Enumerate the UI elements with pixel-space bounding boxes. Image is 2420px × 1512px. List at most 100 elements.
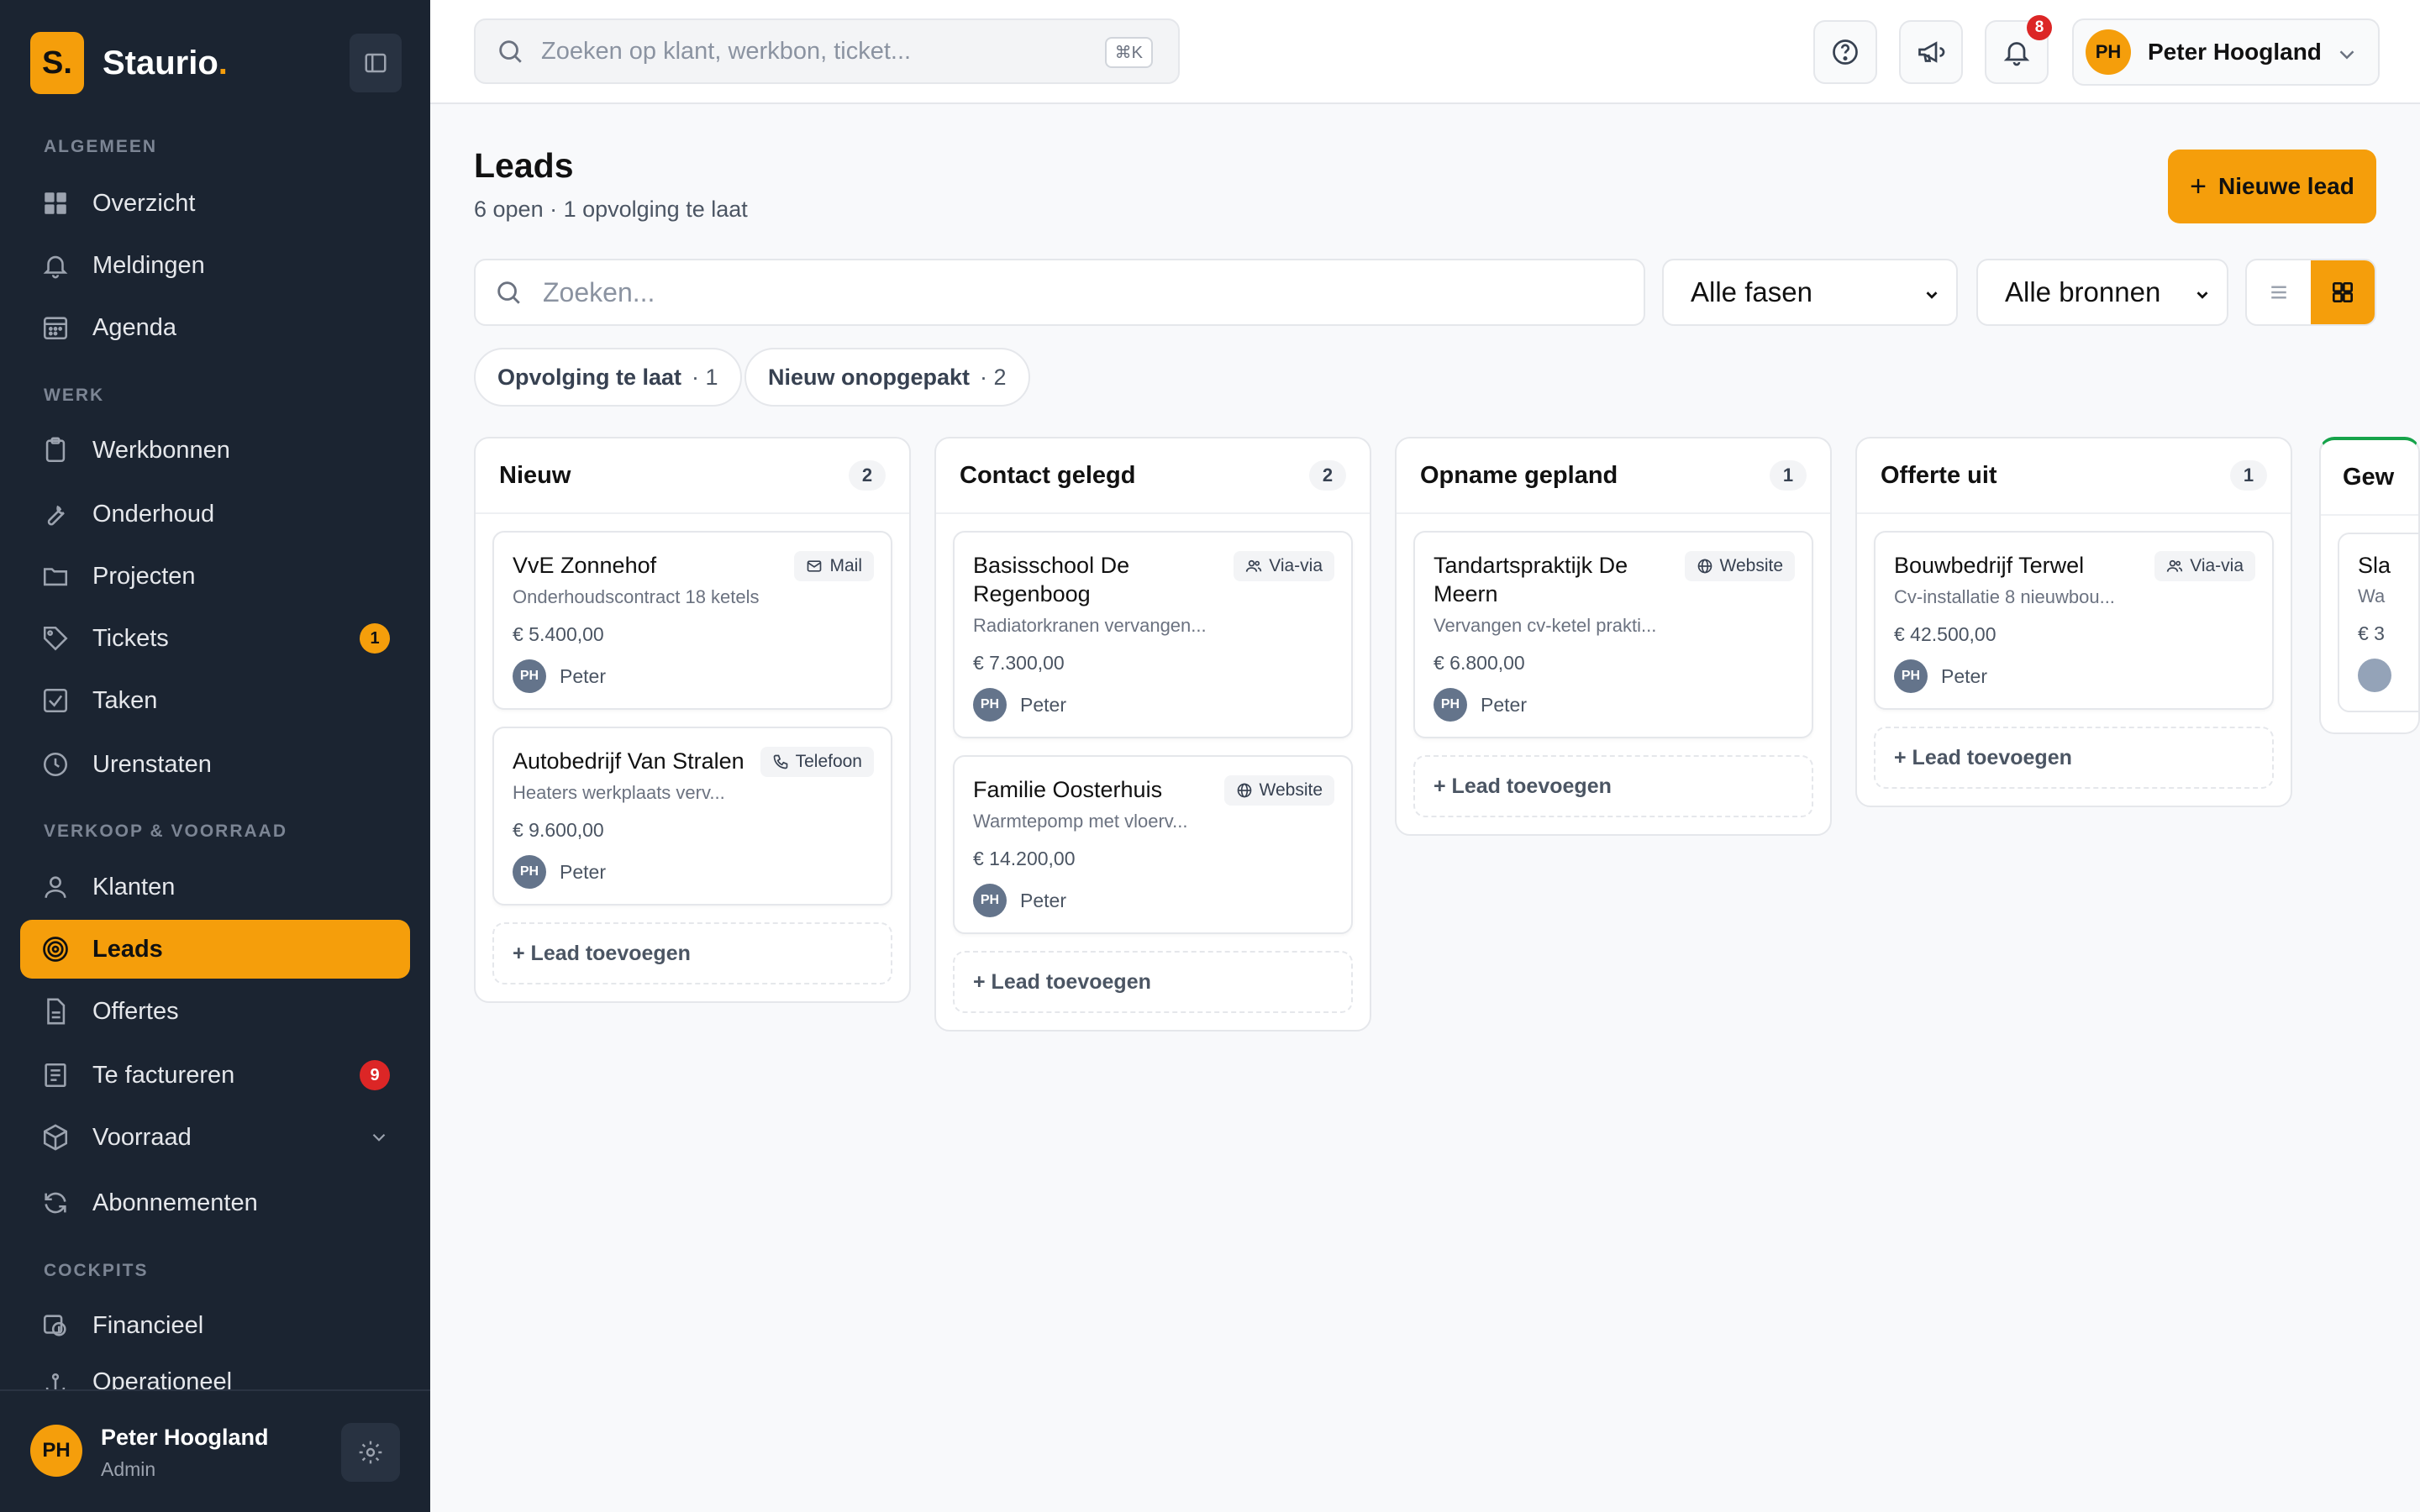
source-tag: Via-via bbox=[1234, 551, 1334, 581]
sidebar-item-meldingen[interactable]: Meldingen bbox=[20, 236, 410, 295]
nav-section-cockpits: COCKPITS bbox=[44, 1261, 149, 1280]
nav-section-algemeen: ALGEMEEN bbox=[44, 137, 158, 156]
lead-owner: PH Peter bbox=[513, 659, 872, 693]
money-icon bbox=[39, 1309, 72, 1342]
sidebar-item-agenda[interactable]: Agenda bbox=[20, 298, 410, 357]
chip-nieuw-onopgepakt[interactable]: Nieuw onopgepakt · 2 bbox=[744, 348, 1030, 407]
nav-section-verkoop: VERKOOP & VOORRAAD bbox=[44, 822, 287, 841]
sidebar-item-label: Offertes bbox=[92, 997, 179, 1025]
source-filter-select[interactable]: Alle bronnen bbox=[1976, 259, 2228, 326]
add-lead-button[interactable]: + Lead toevoegen bbox=[1413, 755, 1813, 817]
brand-logo: S. bbox=[30, 32, 84, 94]
lead-card[interactable]: Tandartspraktijk De Meern Vervangen cv-k… bbox=[1413, 531, 1813, 738]
sidebar-footer: PH Peter Hoogland Admin bbox=[0, 1389, 430, 1512]
notifications-button[interactable]: 8 bbox=[1985, 15, 2052, 84]
help-icon bbox=[1833, 39, 1858, 65]
refresh-icon bbox=[39, 1186, 72, 1220]
sidebar-item-werkbonnen[interactable]: Werkbonnen bbox=[20, 421, 410, 480]
sidebar-item-leads[interactable]: Leads bbox=[20, 920, 410, 979]
collapse-sidebar-button[interactable] bbox=[350, 34, 402, 92]
sidebar-item-projecten[interactable]: Projecten bbox=[20, 547, 410, 606]
sidebar-item-klanten[interactable]: Klanten bbox=[20, 858, 410, 916]
sidebar-item-abonnementen[interactable]: Abonnementen bbox=[20, 1173, 410, 1232]
source-filter-value: Alle bronnen bbox=[2005, 276, 2161, 307]
bell-icon bbox=[2003, 42, 2030, 66]
phase-filter-value: Alle fasen bbox=[1691, 276, 1812, 307]
add-lead-button[interactable]: + Lead toevoegen bbox=[1874, 727, 2274, 789]
checkbox-icon bbox=[39, 684, 72, 717]
avatar: PH bbox=[1434, 688, 1467, 722]
chevron-down-icon bbox=[2193, 286, 2212, 304]
source-tag: Website bbox=[1223, 775, 1334, 806]
sidebar-item-label: Operationeel bbox=[92, 1368, 233, 1389]
sidebar-item-tickets[interactable]: Tickets 1 bbox=[20, 609, 410, 668]
column-title: Opname gepland bbox=[1420, 461, 1618, 489]
announcements-button[interactable] bbox=[1899, 20, 1963, 84]
lead-card[interactable]: Bouwbedrijf Terwel Cv-installatie 8 nieu… bbox=[1874, 531, 2274, 710]
search-icon bbox=[499, 40, 522, 63]
lead-title: VvE Zonnehof bbox=[513, 553, 657, 578]
sidebar-item-onderhoud[interactable]: Onderhoud bbox=[20, 485, 410, 543]
brand[interactable]: S. Staurio. bbox=[30, 32, 228, 94]
phase-filter-select[interactable]: Alle fasen bbox=[1662, 259, 1958, 326]
column-title: Gew bbox=[2321, 440, 2418, 516]
global-search[interactable]: ⌘K bbox=[474, 18, 1180, 84]
lead-card[interactable]: Basisschool De Regenboog Radiatorkranen … bbox=[953, 531, 1353, 738]
lead-title: Bouwbedrijf Terwel bbox=[1894, 553, 2085, 578]
avatar[interactable]: PH bbox=[30, 1425, 82, 1477]
lead-search[interactable] bbox=[474, 259, 1645, 326]
board-column-opname-gepland: Opname gepland 1 Tandartspraktijk De Mee… bbox=[1395, 437, 1832, 836]
lead-title: Familie Oosterhuis bbox=[973, 777, 1163, 802]
new-lead-button[interactable]: + Nieuwe lead bbox=[2168, 150, 2376, 223]
sidebar-item-label: Werkbonnen bbox=[92, 436, 230, 464]
sidebar-item-operationeel[interactable]: Operationeel bbox=[20, 1358, 410, 1389]
sidebar-item-te-factureren[interactable]: Te factureren 9 bbox=[20, 1046, 410, 1105]
lead-owner: PH Peter bbox=[973, 688, 1333, 722]
source-label: Via-via bbox=[1269, 556, 1323, 575]
owner-name: Peter bbox=[1481, 693, 1527, 716]
add-lead-button[interactable]: + Lead toevoegen bbox=[953, 951, 1353, 1013]
anchor-icon bbox=[39, 1368, 72, 1389]
column-count: 2 bbox=[849, 460, 886, 491]
sidebar-item-offertes[interactable]: Offertes bbox=[20, 982, 410, 1041]
sidebar-item-label: Taken bbox=[92, 686, 158, 714]
nav-section-werk: WERK bbox=[44, 386, 105, 405]
chip-count: · 2 bbox=[980, 364, 1007, 390]
sidebar-item-overzicht[interactable]: Overzicht bbox=[20, 174, 410, 233]
list-view-button[interactable] bbox=[2247, 260, 2311, 324]
help-button[interactable] bbox=[1813, 20, 1877, 84]
lead-card[interactable]: Familie Oosterhuis Warmtepomp met vloerv… bbox=[953, 755, 1353, 934]
sidebar-item-taken[interactable]: Taken bbox=[20, 671, 410, 730]
clipboard-icon bbox=[39, 433, 72, 467]
lead-value: € 3 bbox=[2358, 622, 2385, 644]
box-icon bbox=[39, 1121, 72, 1154]
sidebar-item-urenstaten[interactable]: Urenstaten bbox=[20, 735, 410, 794]
chip-opvolging-te-laat[interactable]: Opvolging te laat · 1 bbox=[474, 348, 742, 407]
lead-card[interactable]: Autobedrijf Van Stralen Heaters werkplaa… bbox=[492, 727, 892, 906]
column-header: Contact gelegd 2 bbox=[936, 438, 1370, 514]
lead-card[interactable]: VvE Zonnehof Onderhoudscontract 18 ketel… bbox=[492, 531, 892, 710]
invoice-icon bbox=[39, 1058, 72, 1092]
sidebar-item-financieel[interactable]: Financieel bbox=[20, 1296, 410, 1355]
avatar: PH bbox=[973, 688, 1007, 722]
source-tag: Via-via bbox=[2154, 551, 2255, 581]
users-icon bbox=[2167, 559, 2183, 572]
lead-title: Autobedrijf Van Stralen bbox=[513, 748, 744, 774]
lead-search-input[interactable] bbox=[543, 276, 1551, 308]
sidebar-item-voorraad[interactable]: Voorraad bbox=[20, 1108, 410, 1167]
user-menu[interactable]: PH Peter Hoogland bbox=[2072, 18, 2380, 86]
megaphone-icon bbox=[1918, 41, 1945, 63]
source-tag: Website bbox=[1684, 551, 1795, 581]
owner-name: Peter bbox=[1020, 889, 1066, 911]
chip-label: Opvolging te laat bbox=[497, 364, 682, 390]
board-view-button[interactable] bbox=[2311, 260, 2375, 324]
sidebar-item-label: Agenda bbox=[92, 313, 176, 341]
settings-button[interactable] bbox=[341, 1423, 400, 1482]
global-search-input[interactable] bbox=[541, 37, 1079, 66]
globe-icon bbox=[1237, 783, 1251, 798]
lead-card[interactable]: Sla Wa € 3 bbox=[2338, 533, 2418, 712]
folder-icon bbox=[39, 559, 72, 593]
chevron-down-icon[interactable] bbox=[368, 1126, 390, 1148]
add-lead-button[interactable]: + Lead toevoegen bbox=[492, 922, 892, 984]
sidebar-item-label: Onderhoud bbox=[92, 500, 215, 528]
